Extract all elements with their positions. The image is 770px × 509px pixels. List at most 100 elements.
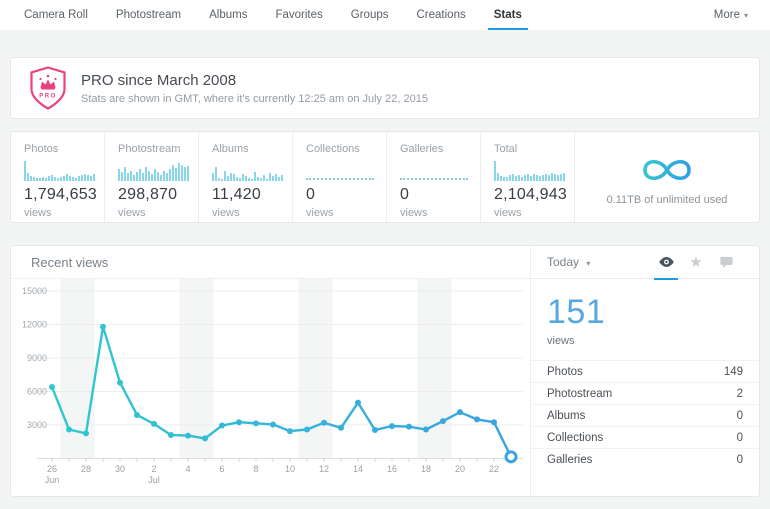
data-point[interactable] (134, 412, 140, 418)
pro-subtitle: Stats are shown in GMT, where it's curre… (81, 93, 428, 105)
date-range-dropdown[interactable]: Today ▾ (547, 255, 590, 269)
stat-label: Total (494, 143, 574, 155)
data-point[interactable] (117, 380, 123, 386)
breakdown-value: 2 (737, 388, 743, 400)
recent-views-card: Recent views 300060009000120001500026Jun… (10, 245, 760, 497)
breakdown-value: 0 (737, 432, 743, 444)
data-point[interactable] (423, 426, 429, 432)
breakdown-label: Albums (547, 410, 585, 422)
today-summary: 151 views (531, 279, 759, 347)
breakdown-value: 149 (724, 366, 743, 378)
galleries-sparkline (400, 161, 471, 181)
data-point[interactable] (474, 416, 480, 422)
breakdown-row-albums: Albums 0 (531, 404, 759, 426)
x-axis-label: 2 (151, 464, 156, 474)
data-point[interactable] (321, 420, 327, 426)
breakdown-label: Photos (547, 366, 583, 378)
x-axis-label: 26 (47, 464, 57, 474)
data-point[interactable] (270, 421, 276, 427)
stat-card-collections: Collections 0 views (293, 132, 387, 222)
stat-card-photos: Photos 1,794,653 views (11, 132, 105, 222)
data-point[interactable] (355, 400, 361, 406)
data-point[interactable] (202, 435, 208, 441)
data-point[interactable] (253, 420, 259, 426)
data-point[interactable] (236, 419, 242, 425)
more-menu-button[interactable]: More ▾ (714, 0, 770, 30)
svg-text:PRO: PRO (39, 94, 57, 100)
stat-unit: views (400, 207, 480, 219)
views-breakdown-list: Photos 149 Photostream 2 Albums 0 Collec… (531, 360, 759, 470)
chevron-down-icon: ▾ (744, 11, 748, 20)
data-point[interactable] (440, 418, 446, 424)
tab-photostream[interactable]: Photostream (102, 0, 195, 30)
data-point[interactable] (49, 384, 55, 390)
breakdown-value: 0 (737, 454, 743, 466)
breakdown-label: Collections (547, 432, 603, 444)
stat-value: 298,870 (118, 186, 198, 204)
chart-title: Recent views (11, 246, 531, 279)
comments-tab[interactable] (711, 246, 741, 279)
tab-stats[interactable]: Stats (480, 0, 536, 30)
data-point[interactable] (372, 427, 378, 433)
stat-unit: views (306, 207, 386, 219)
metric-icon-tabs: ★ (651, 246, 741, 279)
tab-groups[interactable]: Groups (337, 0, 403, 30)
stat-value: 0 (306, 186, 386, 204)
x-axis-label: 22 (489, 464, 499, 474)
data-point[interactable] (66, 426, 72, 432)
tab-camera-roll[interactable]: Camera Roll (24, 0, 102, 30)
tab-creations[interactable]: Creations (403, 0, 480, 30)
views-tab[interactable] (651, 246, 681, 279)
y-axis-label: 3000 (27, 420, 47, 430)
x-axis-month-label: Jul (148, 475, 160, 485)
pro-banner: PRO PRO since March 2008 Stats are shown… (10, 57, 760, 119)
x-axis-label: 28 (81, 464, 91, 474)
eye-icon (658, 256, 675, 268)
data-point[interactable] (100, 324, 106, 330)
x-axis-label: 14 (353, 464, 363, 474)
pro-text: PRO since March 2008 Stats are shown in … (81, 72, 428, 105)
stat-card-total: Total 2,104,943 views (481, 132, 575, 222)
data-point[interactable] (406, 424, 412, 430)
data-point[interactable] (287, 428, 293, 434)
x-axis-label: 8 (253, 464, 258, 474)
data-point[interactable] (304, 426, 310, 432)
data-point[interactable] (83, 430, 89, 436)
data-point[interactable] (219, 423, 225, 429)
infinity-icon (634, 152, 700, 188)
data-point[interactable] (457, 409, 463, 415)
top-nav: Camera Roll Photostream Albums Favorites… (0, 0, 770, 30)
favorites-tab[interactable]: ★ (681, 246, 711, 279)
tab-albums[interactable]: Albums (195, 0, 261, 30)
panel-header: Today ▾ ★ (531, 246, 759, 279)
tab-favorites[interactable]: Favorites (261, 0, 336, 30)
stat-label: Albums (212, 143, 292, 155)
comment-icon (720, 256, 733, 269)
stat-label: Photostream (118, 143, 198, 155)
data-point[interactable] (151, 421, 157, 427)
breakdown-row-photostream: Photostream 2 (531, 382, 759, 404)
data-point[interactable] (185, 433, 191, 439)
data-point[interactable] (389, 423, 395, 429)
stat-card-galleries: Galleries 0 views (387, 132, 481, 222)
stat-value: 1,794,653 (24, 186, 104, 204)
data-point[interactable] (338, 425, 344, 431)
x-axis-label: 10 (285, 464, 295, 474)
y-axis-label: 6000 (27, 387, 47, 397)
recent-views-chart: 300060009000120001500026Jun28302Jul46810… (11, 279, 531, 497)
data-point[interactable] (168, 432, 174, 438)
pro-shield-icon: PRO (29, 66, 67, 110)
stat-label: Collections (306, 143, 386, 155)
data-point[interactable] (491, 419, 497, 425)
breakdown-row-collections: Collections 0 (531, 426, 759, 448)
date-range-label: Today (547, 255, 579, 269)
photostream-sparkline (118, 161, 189, 181)
stat-label: Photos (24, 143, 104, 155)
today-views-count: 151 (547, 293, 743, 332)
x-axis-label: 6 (219, 464, 224, 474)
storage-usage: 0.11TB of unlimited used (575, 132, 759, 222)
x-axis-label: 20 (455, 464, 465, 474)
breakdown-label: Photostream (547, 388, 612, 400)
today-data-point[interactable] (506, 452, 516, 462)
chevron-down-icon: ▾ (586, 259, 590, 268)
